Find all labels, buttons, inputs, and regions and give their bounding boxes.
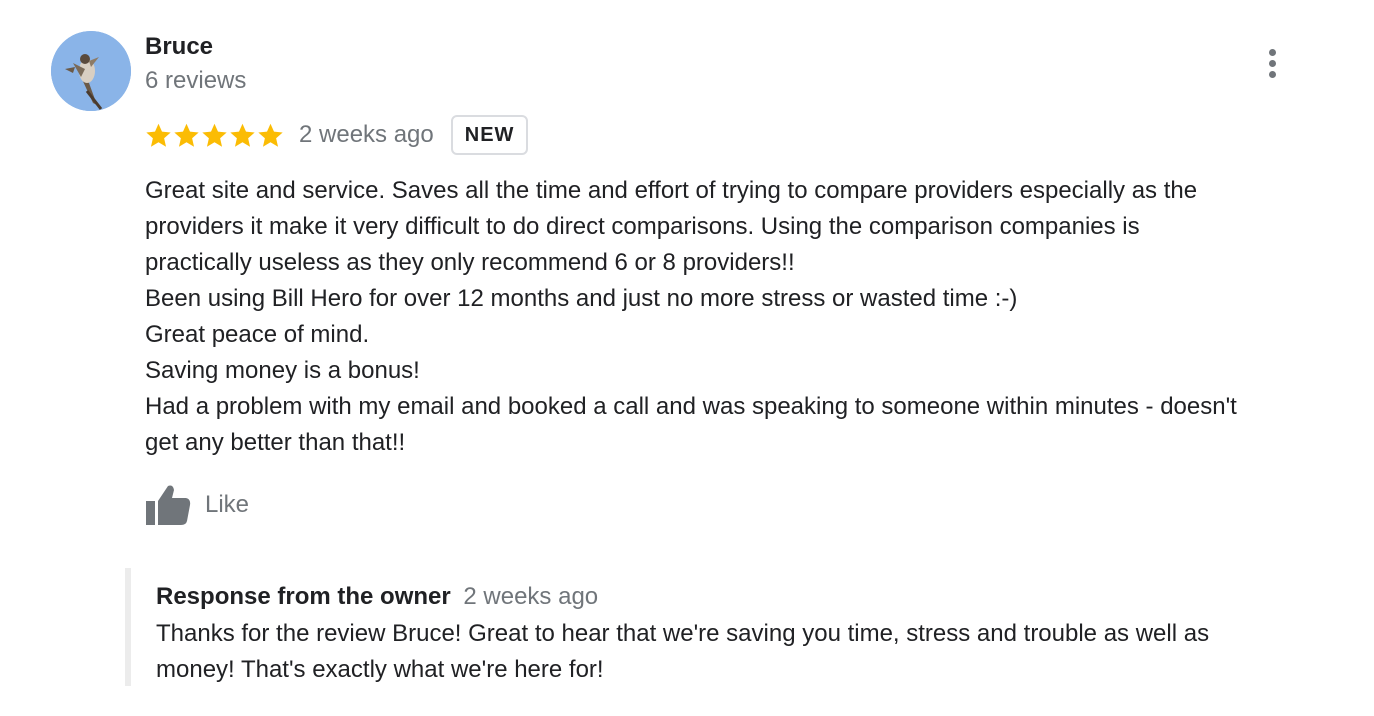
- new-badge: NEW: [450, 115, 529, 155]
- reviewer-name[interactable]: Bruce: [145, 32, 213, 62]
- review-text-line: get any better than that!!: [145, 429, 406, 456]
- owner-response-text-line: Thanks for the review Bruce! Great to he…: [156, 620, 1210, 647]
- review-text-line: Great peace of mind.: [145, 321, 370, 348]
- review-text-line: providers it make it very difficult to d…: [145, 213, 1140, 240]
- review-date: 2 weeks ago: [299, 121, 434, 148]
- star-rating: [145, 122, 285, 149]
- star-icon: [202, 123, 227, 147]
- review-text: Great site and service. Saves all the ti…: [145, 173, 1345, 461]
- avatar[interactable]: [51, 31, 131, 111]
- review-text-line: Saving money is a bonus!: [145, 357, 420, 384]
- owner-response-date: 2 weeks ago: [463, 583, 599, 610]
- more-vert-icon: [1269, 49, 1276, 56]
- avatar-bird-image: [51, 31, 131, 111]
- thumbs-up-icon: [145, 484, 191, 526]
- rating-row: 2 weeks ago NEW: [145, 113, 529, 157]
- owner-response-title: Response from the owner: [156, 583, 451, 610]
- star-icon: [258, 123, 283, 147]
- more-options-button[interactable]: [1256, 44, 1290, 82]
- review-text-line: Been using Bill Hero for over 12 months …: [145, 285, 1018, 312]
- review-text-line: Had a problem with my email and booked a…: [145, 393, 1237, 420]
- star-icon: [146, 123, 171, 147]
- like-button[interactable]: Like: [145, 482, 249, 528]
- more-vert-dot: [1269, 71, 1276, 78]
- star-icon: [230, 123, 255, 147]
- owner-response-text: Thanks for the review Bruce! Great to he…: [156, 616, 1316, 688]
- owner-response: Response from the owner 2 weeks ago Than…: [125, 568, 1331, 686]
- like-label: Like: [205, 491, 250, 518]
- star-icon: [174, 123, 199, 147]
- review-text-line: practically useless as they only recomme…: [145, 249, 795, 276]
- review-text-line: Great site and service. Saves all the ti…: [145, 177, 1198, 204]
- owner-response-text-line: money! That's exactly what we're here fo…: [156, 656, 604, 683]
- more-vert-dot: [1269, 60, 1276, 67]
- reviewer-review-count[interactable]: 6 reviews: [145, 66, 246, 96]
- owner-response-header: Response from the owner 2 weeks ago: [156, 582, 598, 612]
